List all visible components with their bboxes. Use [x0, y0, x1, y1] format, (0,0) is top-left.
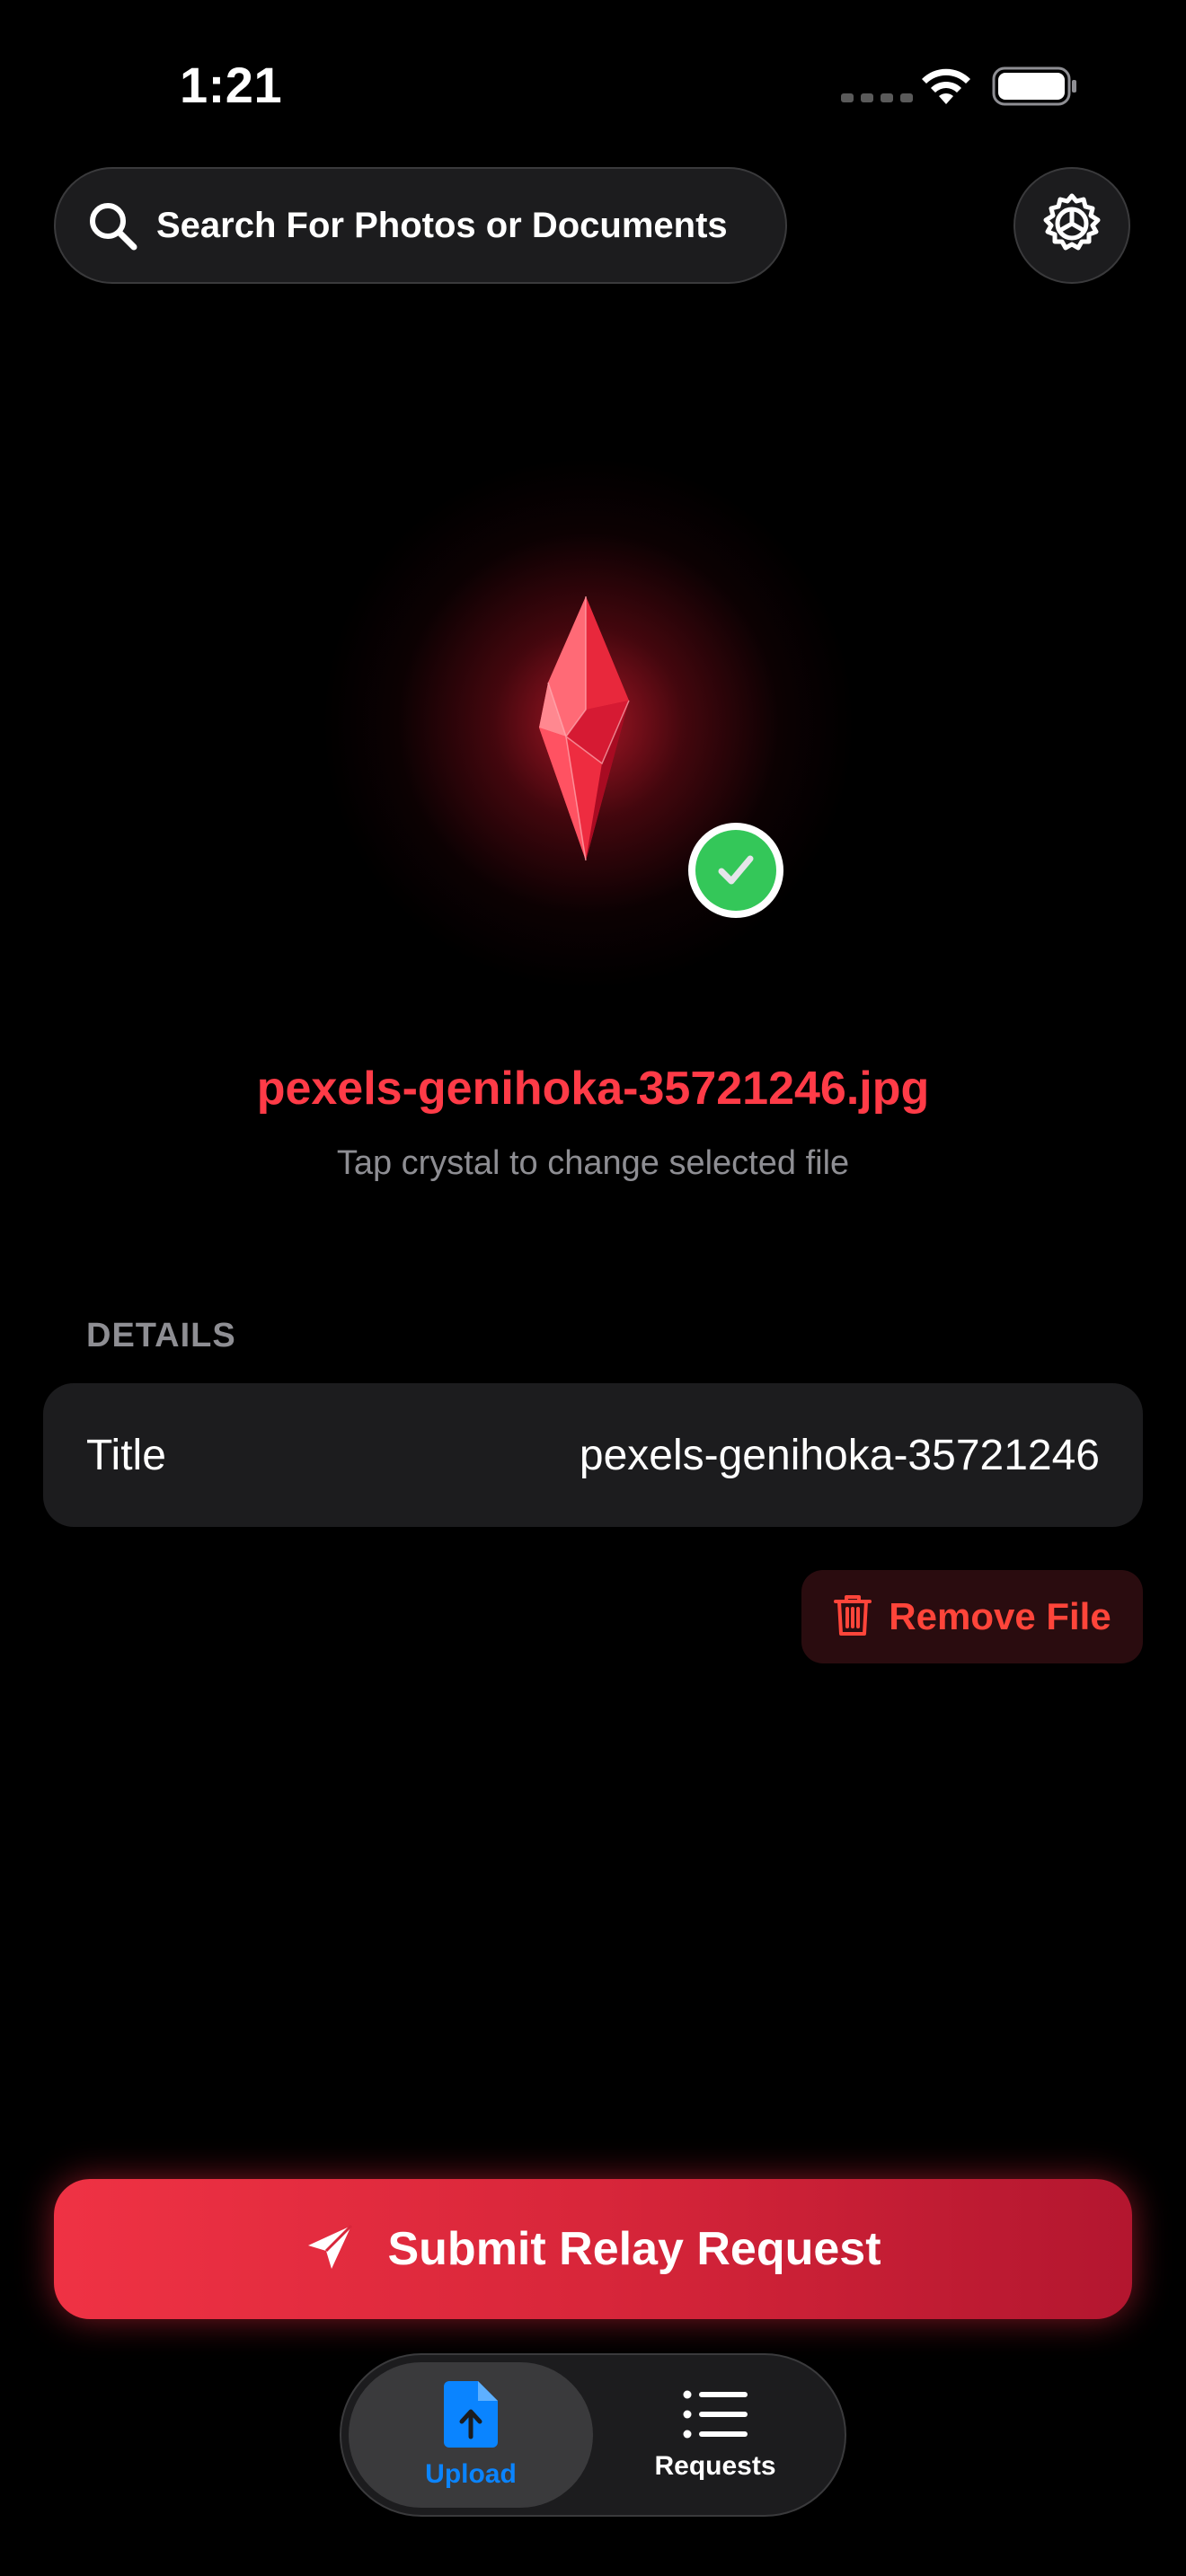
upload-screen: 1:21 Search For Photos or Documents pexe… — [0, 0, 1186, 2576]
battery-icon — [992, 66, 1078, 110]
list-icon — [683, 2389, 748, 2444]
settings-button[interactable] — [1013, 167, 1130, 284]
submit-relay-request-button[interactable]: Submit Relay Request — [54, 2179, 1132, 2319]
gear-icon — [1039, 190, 1105, 261]
submit-label: Submit Relay Request — [387, 2223, 881, 2275]
details-title-label: Title — [86, 1431, 166, 1479]
tab-requests-label: Requests — [654, 2450, 776, 2481]
search-label: Search For Photos or Documents — [156, 205, 728, 245]
search-icon — [86, 199, 138, 251]
tab-bar: Upload Requests — [340, 2353, 846, 2517]
tab-upload-label: Upload — [425, 2458, 517, 2489]
selected-file-name: pexels-genihoka-35721246.jpg — [256, 1063, 930, 1115]
trash-icon — [833, 1592, 872, 1642]
tab-requests[interactable]: Requests — [593, 2362, 837, 2508]
wifi-icon — [918, 65, 974, 112]
details-title-value[interactable]: pexels-genihoka-35721246 — [580, 1431, 1100, 1480]
checkmark-icon — [718, 855, 754, 885]
tab-upload[interactable]: Upload — [349, 2362, 593, 2508]
paper-plane-icon — [305, 2222, 355, 2277]
remove-file-label: Remove File — [889, 1595, 1111, 1637]
search-bar[interactable]: Search For Photos or Documents — [54, 167, 787, 284]
remove-file-button[interactable]: Remove File — [801, 1570, 1143, 1663]
cellular-signal-icon — [841, 93, 913, 102]
status-time: 1:21 — [180, 57, 283, 113]
selected-check-badge — [688, 823, 783, 918]
details-section-header: DETAILS — [86, 1317, 236, 1354]
upload-document-icon — [444, 2380, 498, 2452]
crystal-icon[interactable] — [530, 593, 647, 867]
details-title-row[interactable]: Title pexels-genihoka-35721246 — [43, 1383, 1143, 1527]
file-hint: Tap crystal to change selected file — [336, 1144, 850, 1182]
